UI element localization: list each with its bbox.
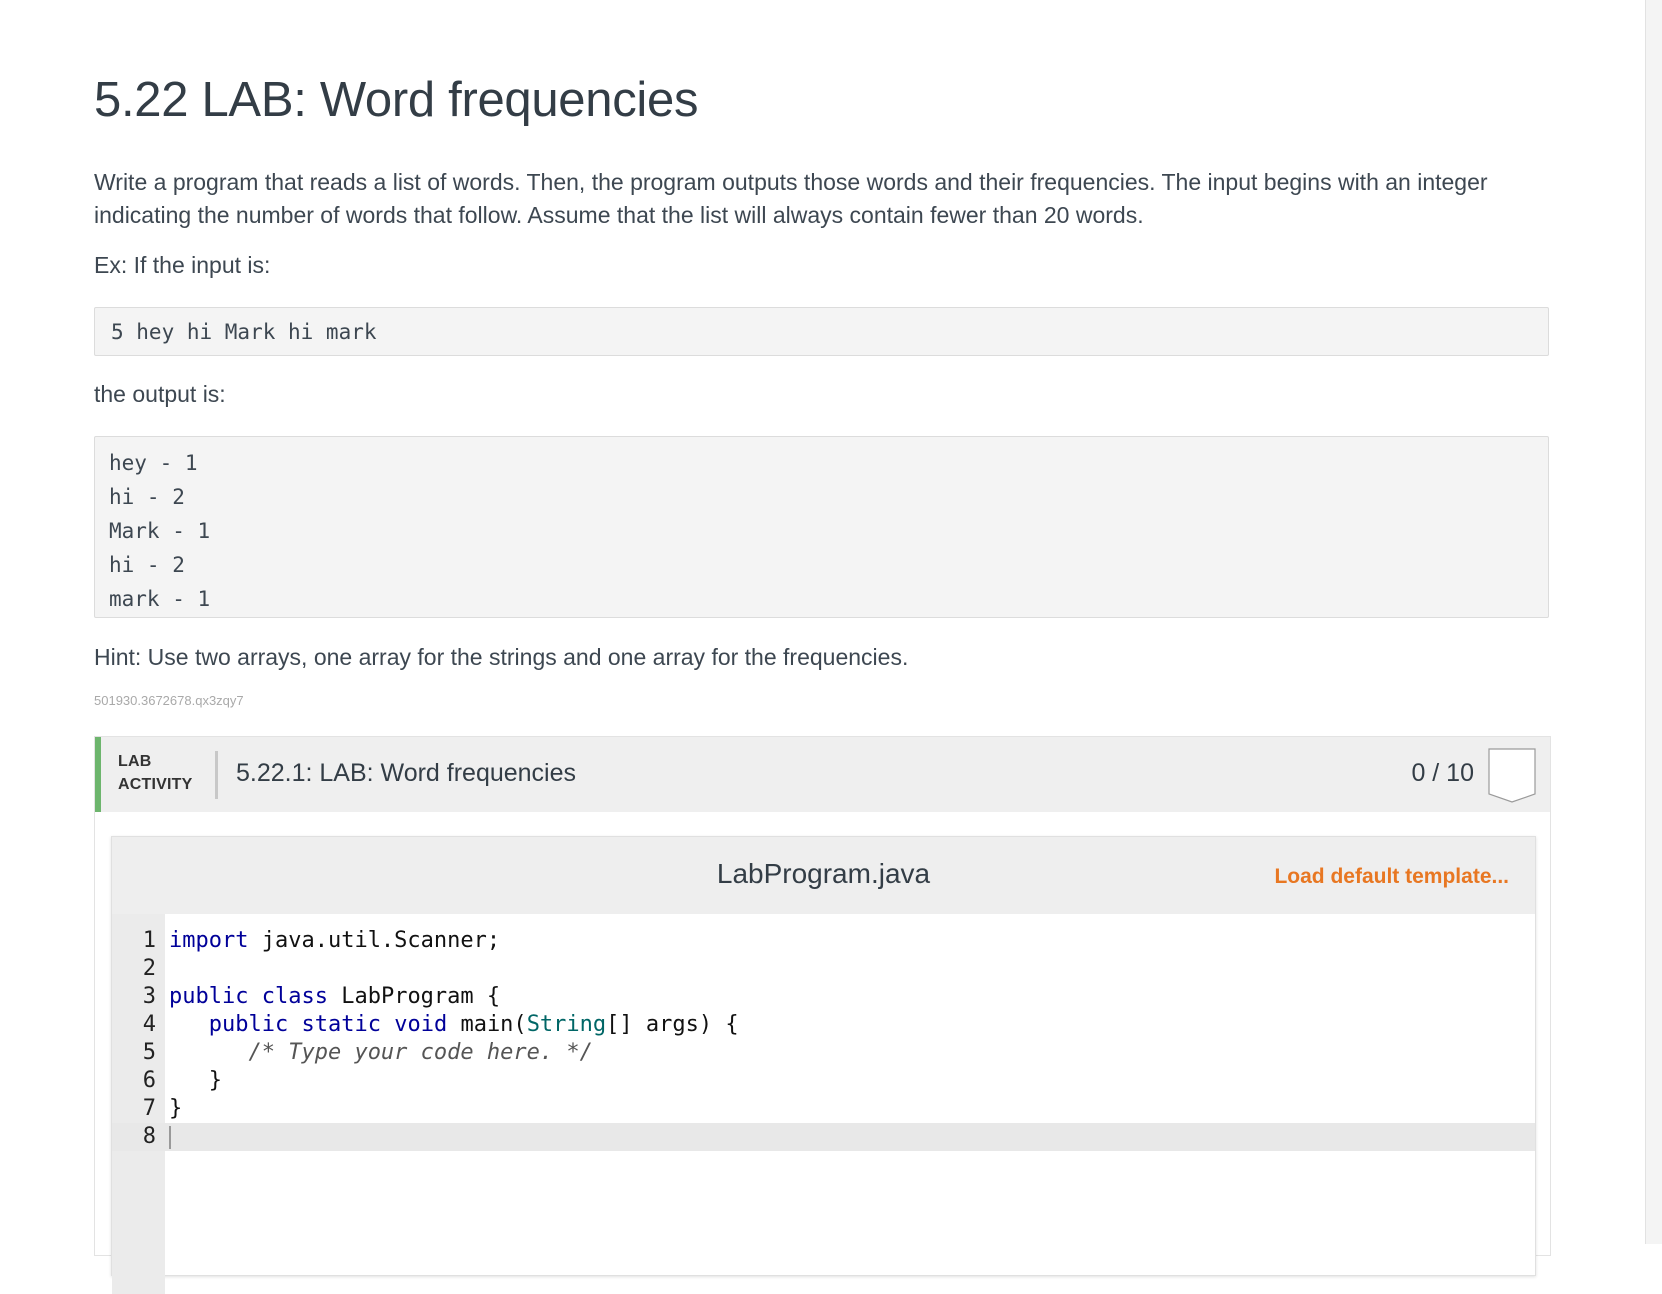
score-badge-icon <box>1488 748 1536 803</box>
code-token: public <box>208 1012 289 1037</box>
editor-header: LabProgram.java Load default template... <box>112 837 1535 914</box>
activity-type-line2: ACTIVITY <box>118 776 193 793</box>
page-scrollbar[interactable] <box>1645 0 1662 1244</box>
code-input-area[interactable]: 1 import java.util.Scanner; 2 3 public class… <box>112 927 1535 1151</box>
example-output-line: hi - 2 <box>109 485 185 509</box>
code-line[interactable]: 7} <box>112 1095 1535 1123</box>
output-intro: the output is: <box>94 381 226 407</box>
line-number: 2 <box>142 956 156 981</box>
example-output-line: hey - 1 <box>109 451 198 475</box>
code-token: import <box>169 928 249 953</box>
header-divider <box>215 751 218 799</box>
code-text: import java.util.Scanner; <box>169 927 500 955</box>
code-line[interactable]: 4 public static void main(String[] args)… <box>112 1011 1535 1039</box>
code-token: String <box>526 1012 607 1037</box>
code-token: } <box>169 1068 222 1093</box>
activity-type-line1: LAB <box>118 753 152 770</box>
code-token: main( <box>447 1012 527 1037</box>
example-output-line: Mark - 1 <box>109 519 211 543</box>
lab-activity-header: LAB ACTIVITY 5.22.1: LAB: Word frequenci… <box>95 737 1550 812</box>
example-intro: Ex: If the input is: <box>94 252 271 278</box>
code-text: /* Type your code here. */ <box>169 1039 593 1067</box>
activity-title: 5.22.1: LAB: Word frequencies <box>236 759 577 787</box>
code-token: } <box>169 1096 183 1121</box>
problem-description: Write a program that reads a list of wor… <box>94 169 1488 228</box>
code-token: void <box>394 1012 448 1037</box>
line-number: 7 <box>142 1096 156 1121</box>
code-token: static <box>301 1012 381 1037</box>
code-token: public <box>169 984 249 1009</box>
code-token: LabProgram { <box>327 984 501 1009</box>
example-input-text: 5 hey hi Mark hi mark <box>111 320 377 344</box>
example-output-line: mark - 1 <box>109 587 211 611</box>
code-token: java.util.Scanner; <box>248 928 501 953</box>
code-line[interactable]: 1 import java.util.Scanner; <box>112 927 1535 955</box>
code-line[interactable]: 2 <box>112 955 1535 983</box>
load-default-template-link[interactable]: Load default template... <box>1274 865 1509 889</box>
line-number: 6 <box>142 1068 156 1093</box>
lab-activity-panel: LAB ACTIVITY 5.22.1: LAB: Word frequenci… <box>94 736 1551 1294</box>
code-line[interactable]: 3 public class LabProgram { <box>112 983 1535 1011</box>
code-text: } <box>169 1067 222 1095</box>
line-number: 4 <box>142 1012 156 1037</box>
code-text: } <box>169 1095 182 1123</box>
code-text: public static void main(String[] args) { <box>169 1011 739 1039</box>
text-cursor <box>169 1126 171 1149</box>
page-title: 5.22 LAB: Word frequencies <box>94 73 699 127</box>
code-editor: LabProgram.java Load default template...… <box>111 836 1536 1294</box>
line-number: 8 <box>142 1124 156 1149</box>
code-token: /* Type your code here. */ <box>248 1040 593 1065</box>
example-input-box: 5 hey hi Mark hi mark <box>94 307 1549 356</box>
code-line[interactable]: 5 /* Type your code here. */ <box>112 1039 1535 1067</box>
code-line[interactable]: 6 } <box>112 1067 1535 1095</box>
code-token: [] args) { <box>606 1012 739 1037</box>
line-number: 1 <box>142 928 156 953</box>
reference-id: 501930.3672678.qx3zqy7 <box>94 693 244 708</box>
activity-type-label: LAB ACTIVITY <box>118 750 208 796</box>
hint-text: Hint: Use two arrays, one array for the … <box>94 644 909 670</box>
example-output-line: hi - 2 <box>109 553 185 577</box>
example-output-box: hey - 1 hi - 2 Mark - 1 hi - 2 mark - 1 <box>94 436 1549 618</box>
code-token: class <box>261 984 328 1009</box>
code-line[interactable]: 8 <box>112 1123 1535 1151</box>
score-display: 0 / 10 <box>1411 759 1474 787</box>
code-text: public class LabProgram { <box>169 983 500 1011</box>
line-number: 3 <box>142 984 156 1009</box>
line-number: 5 <box>142 1040 156 1065</box>
